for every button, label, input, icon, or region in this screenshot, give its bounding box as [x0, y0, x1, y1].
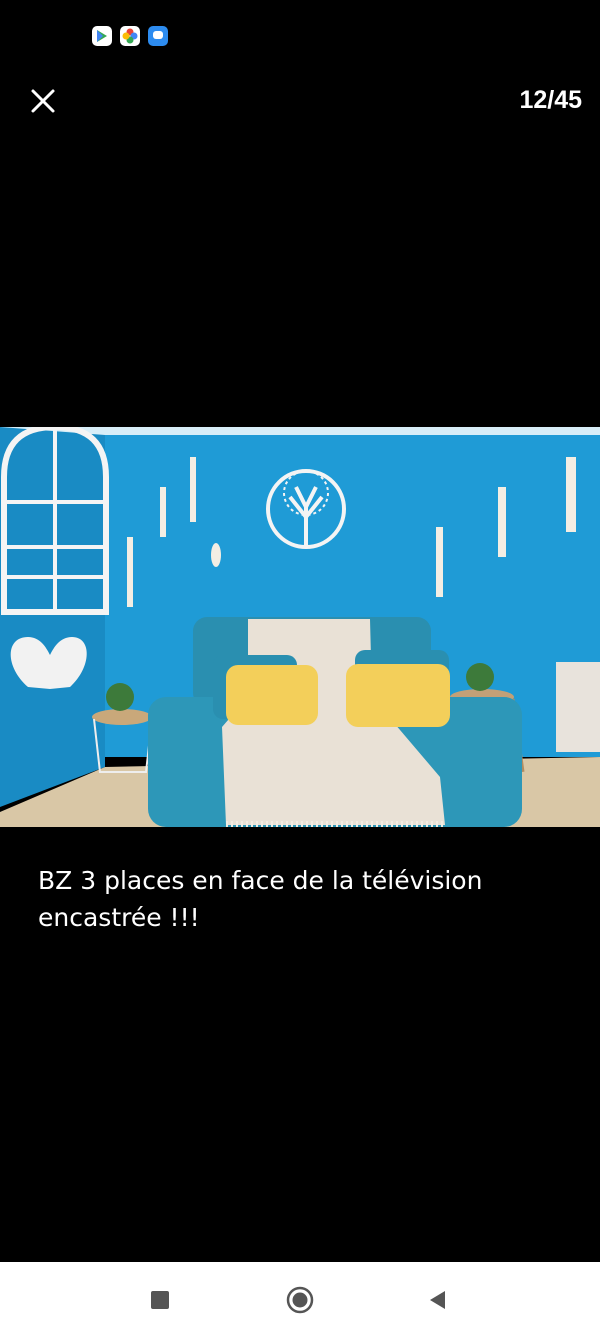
back-button[interactable]	[424, 1286, 452, 1314]
android-nav-bar	[0, 1262, 600, 1333]
google-photos-icon	[120, 26, 140, 46]
photo-caption: BZ 3 places en face de la télévision enc…	[38, 866, 483, 932]
play-store-icon	[92, 26, 112, 46]
close-icon	[31, 89, 55, 113]
room-illustration	[0, 423, 600, 829]
listing-photo[interactable]	[0, 423, 600, 829]
recents-button[interactable]	[146, 1286, 174, 1314]
home-button[interactable]	[286, 1286, 314, 1314]
status-bar-icons	[92, 26, 168, 46]
back-triangle-icon	[430, 1291, 445, 1309]
home-circle-icon	[286, 1286, 314, 1314]
photo-counter: 12/45	[519, 86, 582, 114]
close-button[interactable]	[26, 84, 60, 118]
recents-square-icon	[151, 1291, 169, 1309]
messages-icon	[148, 26, 168, 46]
